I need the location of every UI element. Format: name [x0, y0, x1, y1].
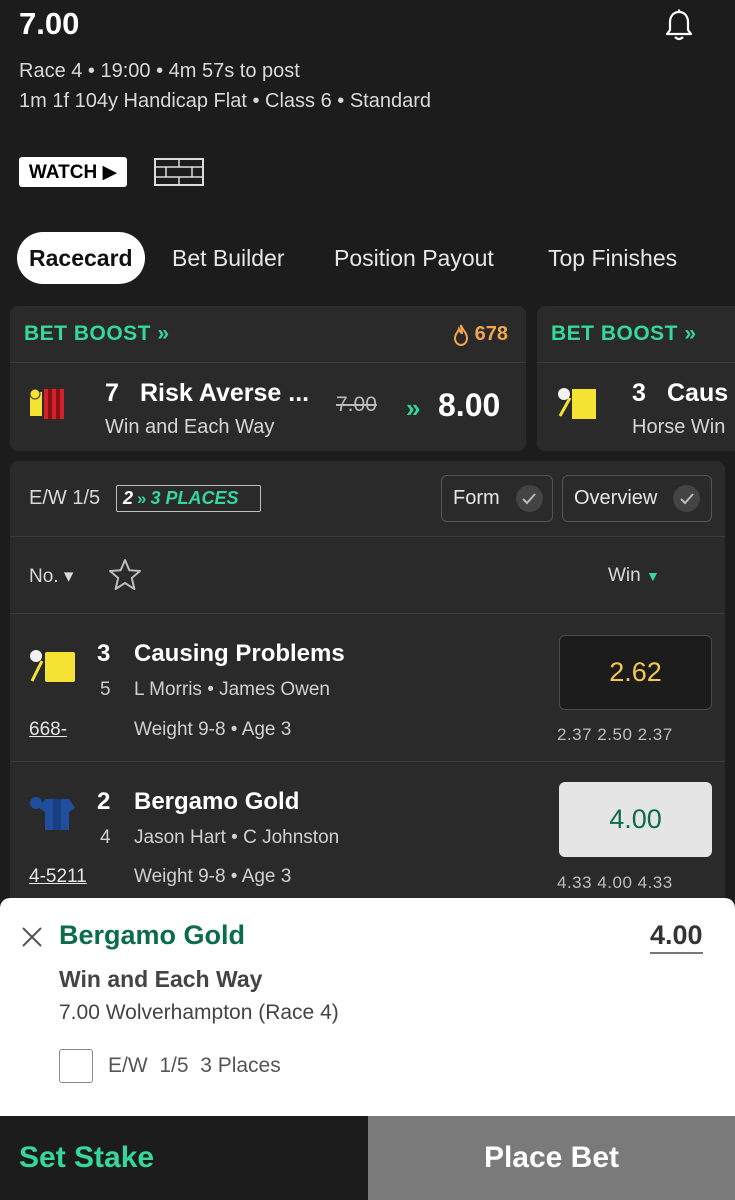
runner-form[interactable]: 4-5211 [29, 866, 87, 888]
runner-jockey-trainer: Jason Hart • C Johnston [134, 827, 340, 848]
runner-name[interactable]: Bergamo Gold [134, 788, 299, 816]
tab-top-finishes[interactable]: Top Finishes [548, 232, 677, 284]
jockey-silk-icon [30, 797, 75, 830]
win-odds-button-selected[interactable]: 4.00 [559, 782, 712, 857]
each-way-checkbox[interactable] [59, 1049, 93, 1083]
odds-history: 2.37 2.50 2.37 [557, 725, 673, 744]
runner-form[interactable]: 668- [29, 719, 67, 741]
divider [10, 613, 725, 614]
star-icon[interactable] [107, 557, 143, 593]
tab-racecard[interactable]: Racecard [17, 232, 145, 284]
runner-number: 3 [97, 640, 111, 667]
sort-by-win[interactable]: Win ▼ [608, 565, 660, 587]
runner-weight-age: Weight 9-8 • Age 3 [134, 866, 292, 887]
runner-draw: 4 [100, 827, 111, 848]
boost-runner-number: 7 [105, 379, 119, 407]
tab-bet-builder[interactable]: Bet Builder [172, 232, 285, 284]
racecard-panel: E/W 1/5 2 » 3 PLACES Form Overview No. ▾… [10, 461, 725, 906]
boost-runner-number-2: 3 [632, 379, 646, 407]
form-toggle[interactable]: Form [441, 475, 553, 522]
boost-old-odds: 7.00 [336, 393, 377, 416]
win-column-label: Win [608, 565, 641, 586]
boost-runner-name-2: Caus [667, 379, 729, 407]
bet-boost-title: BET BOOST » [24, 322, 170, 345]
jockey-silk-icon [30, 650, 75, 682]
ew-terms: E/W 1/5 [29, 487, 101, 509]
page-title: 7.00 [19, 6, 80, 41]
runner-draw: 5 [100, 679, 111, 700]
betslip-selection: Bergamo Gold [59, 920, 246, 950]
race-meta-details: 1m 1f 104y Handicap Flat • Class 6 • Sta… [19, 90, 431, 112]
race-meta-time: Race 4 • 19:00 • 4m 57s to post [19, 60, 300, 82]
betslip-event: 7.00 Wolverhampton (Race 4) [59, 1001, 339, 1024]
boost-count: 678 [474, 323, 508, 345]
bell-icon[interactable] [663, 9, 695, 43]
runner-weight-age: Weight 9-8 • Age 3 [134, 719, 292, 740]
boost-arrows-icon: » [406, 393, 421, 423]
places-badge-text: 3 PLACES [150, 488, 239, 508]
race-tabs: Racecard Bet Builder Position Payout Top… [0, 232, 735, 284]
boost-market-2: Horse Win [632, 416, 726, 438]
boost-runner-name: Risk Averse ... [140, 379, 310, 407]
places-badge: 2 » 3 PLACES [116, 485, 261, 512]
check-icon [673, 485, 701, 512]
overview-toggle-label: Overview [574, 487, 658, 509]
odds-history: 4.33 4.00 4.33 [557, 873, 673, 892]
win-odds-button[interactable]: 2.62 [559, 635, 712, 710]
overview-toggle[interactable]: Overview [562, 475, 712, 522]
runner-number: 2 [97, 788, 111, 815]
tab-position-payout[interactable]: Position Payout [334, 232, 494, 284]
form-toggle-label: Form [453, 487, 500, 509]
each-way-label: E/W 1/5 3 Places [108, 1054, 281, 1077]
divider [10, 761, 725, 762]
betslip: Bergamo Gold 4.00 Win and Each Way 7.00 … [0, 898, 735, 1116]
sort-down-icon: ▼ [646, 568, 660, 584]
betslip-market: Win and Each Way [59, 966, 263, 992]
place-bet-button[interactable]: Place Bet [368, 1116, 735, 1200]
watch-button[interactable]: WATCH ▶ [19, 157, 127, 187]
jockey-silk-icon-2 [558, 388, 596, 419]
bet-boost-title-2: BET BOOST » [551, 322, 697, 345]
boost-popularity: 678 [453, 323, 508, 346]
set-stake-button[interactable]: Set Stake [0, 1116, 368, 1200]
runner-name[interactable]: Causing Problems [134, 640, 345, 668]
flame-icon [453, 324, 468, 346]
jockey-silk-icon [29, 388, 64, 419]
divider [10, 536, 725, 537]
betslip-odds[interactable]: 4.00 [650, 920, 703, 954]
sort-by-number[interactable]: No. ▾ [29, 565, 73, 588]
boost-market: Win and Each Way [105, 416, 275, 438]
places-arrows-icon: » [137, 488, 147, 508]
check-icon [515, 485, 543, 512]
boost-new-odds[interactable]: 8.00 [438, 387, 500, 424]
places-badge-num: 2 [123, 488, 134, 508]
close-icon[interactable] [20, 925, 44, 949]
track-map-icon[interactable] [154, 157, 204, 187]
runner-jockey-trainer: L Morris • James Owen [134, 679, 330, 700]
